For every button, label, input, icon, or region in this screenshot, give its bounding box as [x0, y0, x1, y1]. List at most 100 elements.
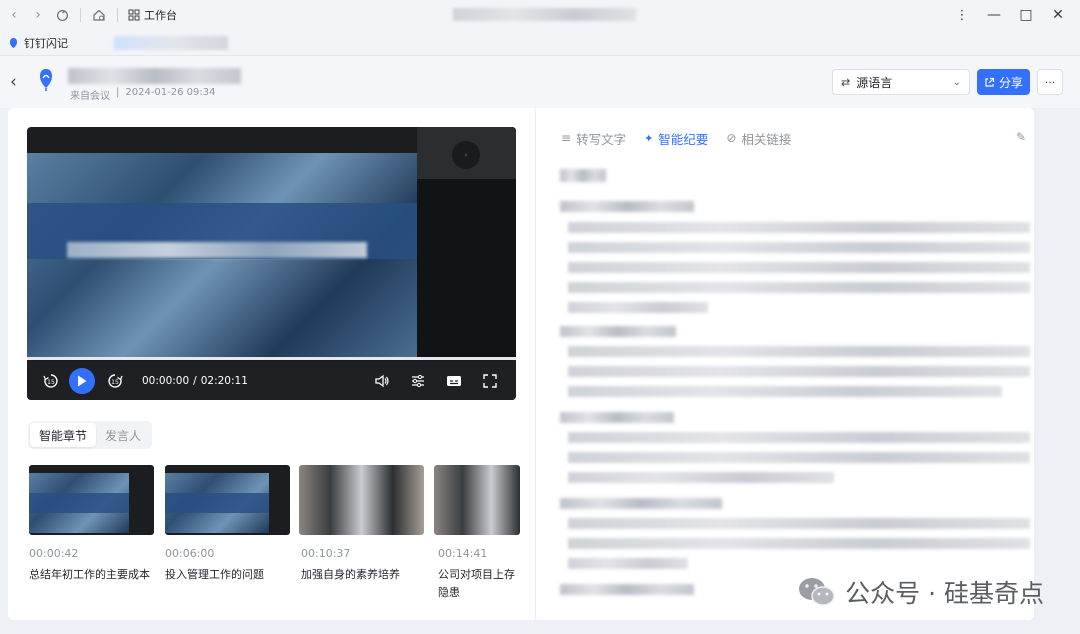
chapter-speaker-toggle: 智能章节 发言人 — [28, 421, 153, 449]
meeting-meta: 来自会议 | 2024-01-26 09:34 — [70, 87, 216, 102]
chapter-title[interactable]: 加强自身的素养培养 — [301, 566, 400, 584]
right-tabs: ≡ 转写文字 ✦ 智能纪要 ⊘ 相关链接 — [561, 129, 791, 147]
watermark: 公众号 · 硅基奇点 — [797, 574, 1044, 610]
chapter-title[interactable]: 投入管理工作的问题 — [165, 566, 264, 584]
share-icon — [985, 77, 995, 87]
video-player[interactable]: ◦ 15 15 00:00:00 / 02:20:11 — [27, 127, 516, 400]
fullscreen-icon[interactable] — [480, 373, 500, 388]
workspace-button[interactable]: 工作台 — [128, 7, 177, 23]
link-icon: ⊘ — [726, 131, 737, 145]
rewind-icon[interactable]: 15 — [41, 371, 61, 391]
panel-divider — [535, 108, 536, 620]
subtitles-icon[interactable] — [444, 375, 464, 387]
more-button[interactable]: ··· — [1037, 69, 1063, 95]
watermark-text: 公众号 · 硅基奇点 — [845, 579, 1044, 608]
title-bar: ‹ › 工作台 ⋮ — □ ✕ — [0, 0, 1080, 30]
minutes-text-redacted — [568, 558, 688, 569]
chapter-time: 00:14:41 — [438, 547, 488, 560]
minutes-text-redacted — [568, 282, 1030, 293]
player-controls: 15 15 00:00:00 / 02:20:11 — [27, 361, 516, 400]
volume-icon[interactable] — [372, 374, 392, 388]
minutes-text-redacted — [568, 472, 834, 483]
back-icon[interactable]: ‹ — [2, 3, 26, 27]
minutes-text-redacted — [568, 346, 1030, 357]
main-panel: ◦ 15 15 00:00:00 / 02:20:11 智能章节 发言人 00:… — [8, 108, 1034, 620]
minutes-text-redacted — [568, 432, 1030, 443]
tab-links-label: 相关链接 — [741, 131, 792, 147]
sparkle-icon: ✦ — [644, 131, 654, 145]
page-header: ‹ 来自会议 | 2024-01-26 09:34 ⇄ 源语言 ⌄ 分享 ··· — [0, 56, 1080, 108]
tab-speakers[interactable]: 发言人 — [96, 423, 150, 447]
forward-15-icon[interactable]: 15 — [105, 371, 125, 391]
chapter-thumbnail[interactable] — [29, 465, 154, 535]
meeting-datetime: 2024-01-26 09:34 — [125, 87, 216, 98]
minutes-subheading-redacted — [560, 584, 694, 595]
minutes-text-redacted — [568, 452, 1030, 463]
tab-label: 钉钉闪记 — [24, 36, 68, 50]
chapter-title[interactable]: 公司对项目上存 隐患 — [438, 566, 524, 602]
translate-icon: ⇄ — [841, 75, 851, 89]
minutes-text-redacted — [568, 302, 708, 313]
minimize-button[interactable]: — — [978, 0, 1010, 30]
tab-minutes-label: 智能纪要 — [658, 131, 709, 147]
chapter-title[interactable]: 总结年初工作的主要成本 — [29, 566, 150, 584]
current-time: 00:00:00 — [142, 374, 190, 387]
tab-transcript[interactable]: ≡ 转写文字 — [561, 129, 626, 148]
forward-icon[interactable]: › — [26, 3, 50, 27]
chapter-thumbnail[interactable] — [434, 465, 520, 535]
tab-smart-minutes[interactable]: ✦ 智能纪要 — [644, 129, 708, 148]
source-label: 来自会议 — [70, 91, 110, 102]
separator — [117, 8, 118, 22]
close-button[interactable]: ✕ — [1042, 0, 1074, 30]
play-button[interactable] — [69, 367, 95, 394]
refresh-icon[interactable] — [50, 3, 74, 27]
maximize-button[interactable]: □ — [1010, 0, 1042, 30]
settings-sliders-icon[interactable] — [408, 374, 428, 388]
tab-dingtalk-notes[interactable]: 钉钉闪记 — [0, 30, 76, 56]
edit-icon[interactable]: ✎ — [1016, 130, 1026, 144]
chapter-time: 00:10:37 — [301, 547, 351, 560]
participant-avatar: ◦ — [452, 141, 480, 169]
time-display: 00:00:00 / 02:20:11 — [142, 375, 248, 387]
workspace-label: 工作台 — [144, 9, 177, 22]
window-title-redacted — [453, 8, 636, 21]
minutes-subheading-redacted — [560, 201, 694, 212]
minutes-subheading-redacted — [560, 412, 674, 423]
more-icon[interactable]: ⋮ — [946, 0, 978, 30]
home-icon[interactable] — [87, 3, 111, 27]
minutes-text-redacted — [568, 262, 1030, 273]
progress-bar[interactable] — [27, 357, 516, 360]
grid-icon — [128, 9, 140, 21]
total-duration: 02:20:11 — [200, 374, 248, 387]
separator — [80, 8, 81, 22]
play-icon — [78, 375, 87, 386]
back-arrow-icon[interactable]: ‹ — [10, 72, 17, 92]
time-separator: / — [193, 374, 197, 387]
notes-logo-icon — [35, 67, 57, 93]
chapter-time: 00:06:00 — [165, 547, 215, 560]
tab-smart-chapters[interactable]: 智能章节 — [30, 423, 97, 447]
svg-text:15: 15 — [111, 379, 119, 386]
chapter-thumbnail[interactable] — [165, 465, 290, 535]
share-button[interactable]: 分享 — [977, 69, 1030, 95]
svg-text:15: 15 — [47, 379, 55, 386]
minutes-text-redacted — [568, 538, 1030, 549]
language-select[interactable]: ⇄ 源语言 ⌄ — [832, 69, 970, 95]
video-caption-redacted — [67, 242, 367, 258]
chevron-down-icon: ⌄ — [952, 76, 961, 88]
tab-bar: 钉钉闪记 — [0, 30, 1080, 56]
meta-separator: | — [116, 87, 120, 98]
minutes-text-redacted — [568, 366, 1030, 377]
page-title-redacted — [68, 68, 241, 84]
tab-transcript-label: 转写文字 — [576, 131, 627, 147]
share-label: 分享 — [998, 75, 1023, 90]
chapter-thumbnail[interactable] — [299, 465, 424, 535]
minutes-heading-redacted — [560, 169, 606, 182]
minutes-text-redacted — [568, 242, 1030, 253]
tab-related-links[interactable]: ⊘ 相关链接 — [726, 129, 791, 148]
mic-icon — [10, 37, 17, 48]
minutes-text-redacted — [568, 222, 1030, 233]
chapter-title-line: 公司对项目上存 — [438, 568, 515, 581]
minutes-subheading-redacted — [560, 326, 676, 337]
chapter-title-line: 隐患 — [438, 586, 460, 599]
